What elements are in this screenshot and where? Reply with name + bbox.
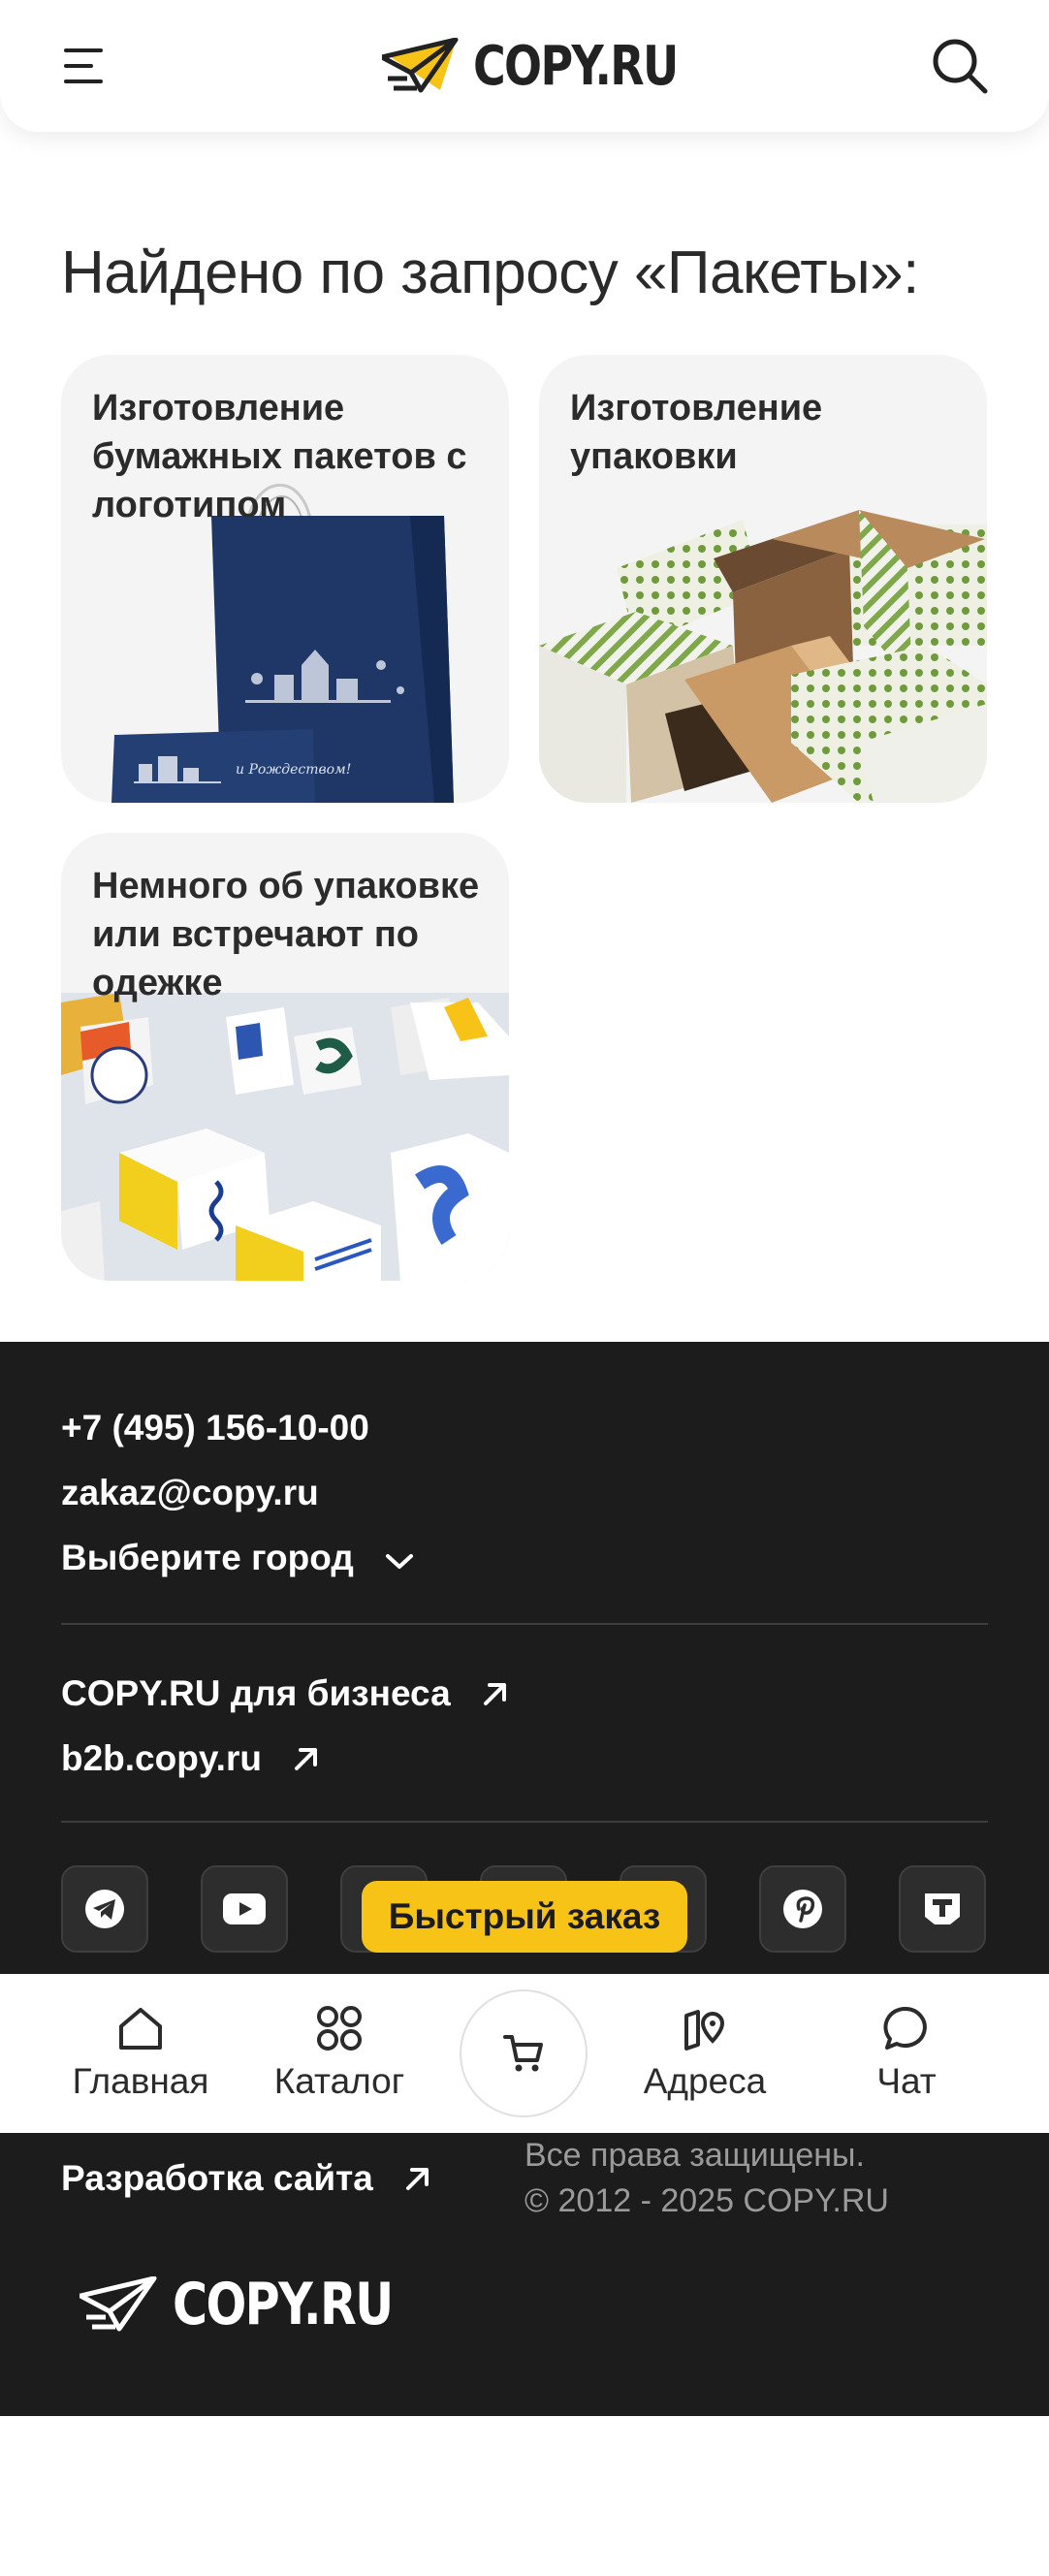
menu-icon[interactable] [64, 45, 111, 87]
nav-addresses[interactable]: Адреса [632, 2003, 778, 2102]
pinterest-icon[interactable] [759, 1865, 846, 1953]
footer-divider [61, 1821, 988, 1823]
city-select-label: Выберите город [61, 1538, 354, 1577]
copyright-text: © 2012 - 2025 COPY.RU [524, 2182, 889, 2219]
page-title: Найдено по запросу «Пакеты»: [61, 239, 919, 306]
footer-logo[interactable]: COPY.RU [79, 2271, 440, 2338]
paper-plane-logo-icon [79, 2276, 157, 2332]
dev-link-label: Разработка сайта [61, 2158, 373, 2198]
youtube-icon[interactable] [201, 1865, 288, 1953]
business-link[interactable]: COPY.RU для бизнеса [61, 1673, 509, 1716]
chevron-down-icon [385, 1540, 414, 1580]
cart-button[interactable] [460, 1989, 588, 2117]
paper-plane-logo-icon [382, 38, 459, 93]
nav-addresses-label: Адреса [643, 2061, 767, 2101]
card-paper-bags[interactable]: и Рождеством! Изготовление бумажных паке… [61, 355, 509, 803]
dev-link[interactable]: Разработка сайта [61, 2158, 431, 2201]
footer-logo-text: COPY.RU [173, 2271, 394, 2338]
bottom-nav: Главная Каталог Адреса Чат [0, 1974, 1049, 2133]
city-select[interactable]: Выберите город [61, 1538, 414, 1580]
nav-home[interactable]: Главная [68, 2003, 213, 2102]
card-packaging-story[interactable]: Немного об упаковке или встречают по оде… [61, 833, 509, 1281]
arrow-up-right-icon [482, 1675, 509, 1716]
b2b-link-label: b2b.copy.ru [61, 1738, 262, 1778]
business-link-label: COPY.RU для бизнеса [61, 1673, 451, 1713]
top-header: COPY.RU [0, 0, 1049, 132]
nav-catalog[interactable]: Каталог [267, 2003, 412, 2102]
nav-catalog-label: Каталог [273, 2061, 405, 2101]
footer-email[interactable]: zakaz@copy.ru [61, 1473, 319, 1513]
footer-divider [61, 1623, 988, 1625]
chat-icon [834, 2003, 979, 2053]
nav-home-label: Главная [72, 2061, 209, 2101]
cart-icon [503, 2035, 543, 2072]
logo-text: COPY.RU [473, 34, 679, 98]
card-title: Изготовление упаковки [570, 388, 823, 477]
nav-chat-label: Чат [876, 2061, 937, 2101]
b2b-link[interactable]: b2b.copy.ru [61, 1738, 320, 1781]
card-title: Немного об упаковке или встречают по оде… [92, 866, 480, 1003]
arrow-up-right-icon [293, 1740, 320, 1781]
tinkoff-icon[interactable] [899, 1865, 986, 1953]
home-icon [68, 2003, 213, 2053]
telegram-icon[interactable] [61, 1865, 148, 1953]
quick-order-button[interactable]: Быстрый заказ [362, 1881, 687, 1953]
map-pin-icon [632, 2003, 778, 2053]
nav-chat[interactable]: Чат [834, 2003, 979, 2102]
search-icon[interactable] [929, 35, 991, 97]
card-title: Изготовление бумажных пакетов с логотипо… [92, 388, 467, 525]
grid-icon [267, 2003, 412, 2053]
arrow-up-right-icon [404, 2160, 431, 2201]
rights-text: Все права защищены. [524, 2137, 865, 2174]
svg-text:и Рождеством!: и Рождеством! [236, 762, 351, 778]
site-logo[interactable]: COPY.RU [382, 34, 722, 98]
footer-phone[interactable]: +7 (495) 156-10-00 [61, 1408, 369, 1448]
card-packaging[interactable]: Изготовление упаковки [539, 355, 987, 803]
